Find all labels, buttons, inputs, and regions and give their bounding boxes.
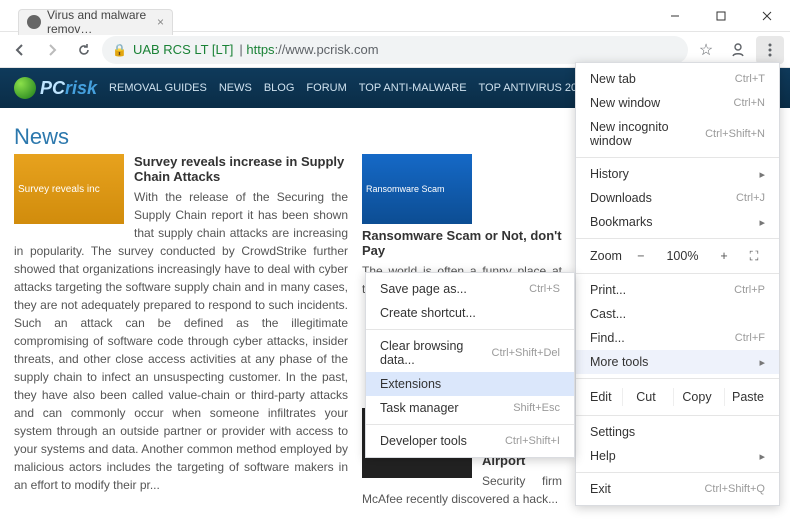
nav-blog[interactable]: BLOG [264, 82, 295, 94]
menu-separator [366, 424, 574, 425]
fullscreen-icon[interactable]: ⛶ [743, 248, 765, 264]
article-supply-chain: Survey reveals inc Survey reveals increa… [14, 154, 348, 508]
nav-top-antivirus[interactable]: TOP ANTIVIRUS 2018 [479, 82, 590, 94]
menu-history[interactable]: History▸ [576, 162, 779, 186]
submenu-clear-data[interactable]: Clear browsing data...Ctrl+Shift+Del [366, 334, 574, 372]
chevron-right-icon: ▸ [759, 450, 765, 463]
chrome-main-menu: New tabCtrl+T New windowCtrl+N New incog… [575, 62, 780, 506]
reload-button[interactable] [70, 36, 98, 64]
menu-separator [576, 238, 779, 239]
maximize-button[interactable] [698, 0, 744, 32]
tab-title: Virus and malware remov… [47, 8, 151, 36]
zoom-in-button[interactable]: + [713, 249, 735, 263]
menu-print[interactable]: Print...Ctrl+P [576, 278, 779, 302]
menu-zoom: Zoom − 100% + ⛶ [576, 243, 779, 269]
menu-new-window[interactable]: New windowCtrl+N [576, 91, 779, 115]
chevron-right-icon: ▸ [759, 168, 765, 181]
close-icon[interactable]: × [157, 15, 164, 29]
profile-icon[interactable] [724, 36, 752, 64]
kebab-menu-icon[interactable] [756, 36, 784, 64]
submenu-extensions[interactable]: Extensions [366, 372, 574, 396]
globe-icon [14, 77, 36, 99]
menu-settings[interactable]: Settings [576, 420, 779, 444]
tab-favicon [27, 15, 41, 29]
menu-separator [576, 378, 779, 379]
bookmark-star-icon[interactable]: ☆ [692, 36, 720, 64]
forward-button[interactable] [38, 36, 66, 64]
back-button[interactable] [6, 36, 34, 64]
menu-downloads[interactable]: DownloadsCtrl+J [576, 186, 779, 210]
nav-removal-guides[interactable]: REMOVAL GUIDES [109, 82, 207, 94]
menu-edit-row: Edit Cut Copy Paste [576, 383, 779, 411]
browser-tab[interactable]: Virus and malware remov… × [18, 9, 173, 35]
chevron-right-icon: ▸ [759, 356, 765, 369]
article-thumb[interactable]: Ransomware Scam [362, 154, 472, 224]
window-titlebar: Virus and malware remov… × [0, 0, 790, 32]
menu-help[interactable]: Help▸ [576, 444, 779, 468]
close-button[interactable] [744, 0, 790, 32]
logo-pc: PC [40, 78, 65, 99]
nav-forum[interactable]: FORUM [306, 82, 346, 94]
lock-icon: 🔒 [112, 43, 127, 57]
menu-separator [576, 472, 779, 473]
submenu-save-page[interactable]: Save page as...Ctrl+S [366, 277, 574, 301]
menu-separator [576, 273, 779, 274]
article-thumb[interactable]: Survey reveals inc [14, 154, 124, 224]
more-tools-submenu: Save page as...Ctrl+S Create shortcut...… [365, 272, 575, 458]
nav-news[interactable]: NEWS [219, 82, 252, 94]
window-controls [652, 0, 790, 32]
address-bar[interactable]: 🔒 UAB RCS LT [LT] | https://www.pcrisk.c… [102, 36, 688, 64]
ev-cert-label: UAB RCS LT [LT] [133, 42, 233, 57]
paste-button[interactable]: Paste [724, 388, 771, 406]
site-logo[interactable]: PCrisk [14, 77, 97, 99]
menu-separator [576, 157, 779, 158]
copy-button[interactable]: Copy [673, 388, 720, 406]
zoom-out-button[interactable]: − [630, 249, 652, 263]
submenu-create-shortcut[interactable]: Create shortcut... [366, 301, 574, 325]
menu-incognito[interactable]: New incognito windowCtrl+Shift+N [576, 115, 779, 153]
cut-button[interactable]: Cut [622, 388, 669, 406]
menu-separator [576, 415, 779, 416]
menu-find[interactable]: Find...Ctrl+F [576, 326, 779, 350]
edit-label: Edit [584, 390, 618, 404]
chevron-right-icon: ▸ [759, 216, 765, 229]
zoom-label: Zoom [590, 249, 622, 263]
logo-risk: risk [65, 78, 97, 99]
zoom-percent: 100% [660, 249, 705, 263]
thumb-text: Survey reveals inc [18, 184, 100, 195]
thumb-text: Ransomware Scam [366, 184, 445, 194]
submenu-dev-tools[interactable]: Developer toolsCtrl+Shift+I [366, 429, 574, 453]
article-body: With the release of the Securing the Sup… [14, 188, 348, 494]
menu-new-tab[interactable]: New tabCtrl+T [576, 67, 779, 91]
minimize-button[interactable] [652, 0, 698, 32]
menu-separator [366, 329, 574, 330]
menu-exit[interactable]: ExitCtrl+Shift+Q [576, 477, 779, 501]
menu-cast[interactable]: Cast... [576, 302, 779, 326]
url-text: | https://www.pcrisk.com [239, 42, 378, 57]
nav-top-antimalware[interactable]: TOP ANTI-MALWARE [359, 82, 467, 94]
section-heading: News [14, 124, 562, 150]
menu-more-tools[interactable]: More tools▸ [576, 350, 779, 374]
menu-bookmarks[interactable]: Bookmarks▸ [576, 210, 779, 234]
submenu-task-manager[interactable]: Task managerShift+Esc [366, 396, 574, 420]
